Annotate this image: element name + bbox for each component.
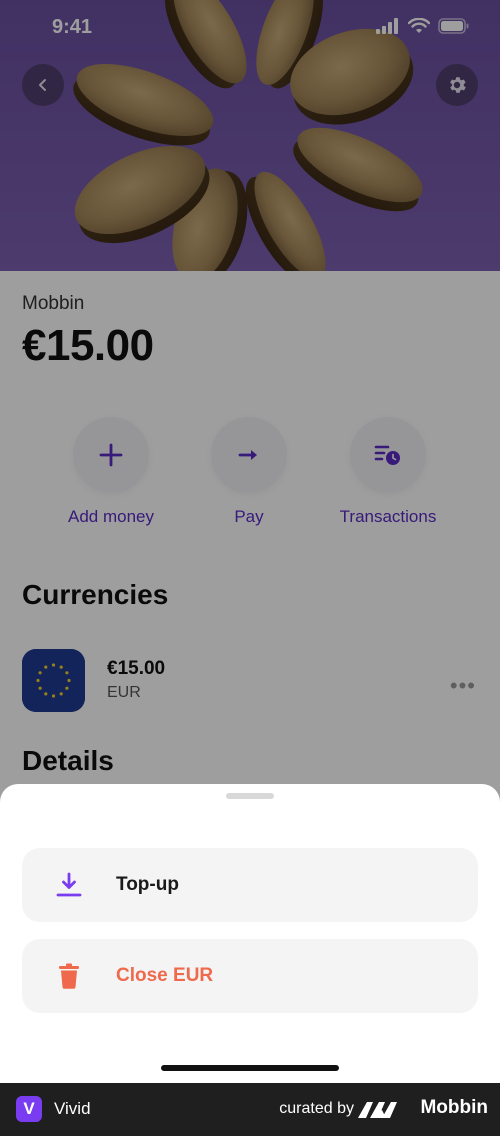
- home-indicator: [161, 1065, 339, 1071]
- trash-icon: [22, 963, 116, 989]
- close-eur-button[interactable]: Close EUR: [22, 939, 478, 1013]
- curated-by-text: curated by: [279, 1100, 354, 1117]
- bottom-sheet: Top-up Close EUR: [0, 784, 500, 1083]
- vivid-logo: V: [16, 1096, 42, 1122]
- mobbin-logo-icon: [358, 1102, 397, 1118]
- app-name: Vivid: [54, 1099, 91, 1118]
- sheet-grabber[interactable]: [226, 793, 274, 799]
- close-eur-label: Close EUR: [116, 965, 214, 986]
- app-screen: 9:41 Mobbin €15.00 Add money Pay Transac…: [0, 0, 500, 1083]
- top-up-button[interactable]: Top-up: [22, 848, 478, 922]
- brand-name: Mobbin: [420, 1097, 488, 1118]
- download-icon: [22, 872, 116, 898]
- attribution-footer: V Vivid curated by Mobbin: [0, 1083, 500, 1136]
- top-up-label: Top-up: [116, 874, 179, 895]
